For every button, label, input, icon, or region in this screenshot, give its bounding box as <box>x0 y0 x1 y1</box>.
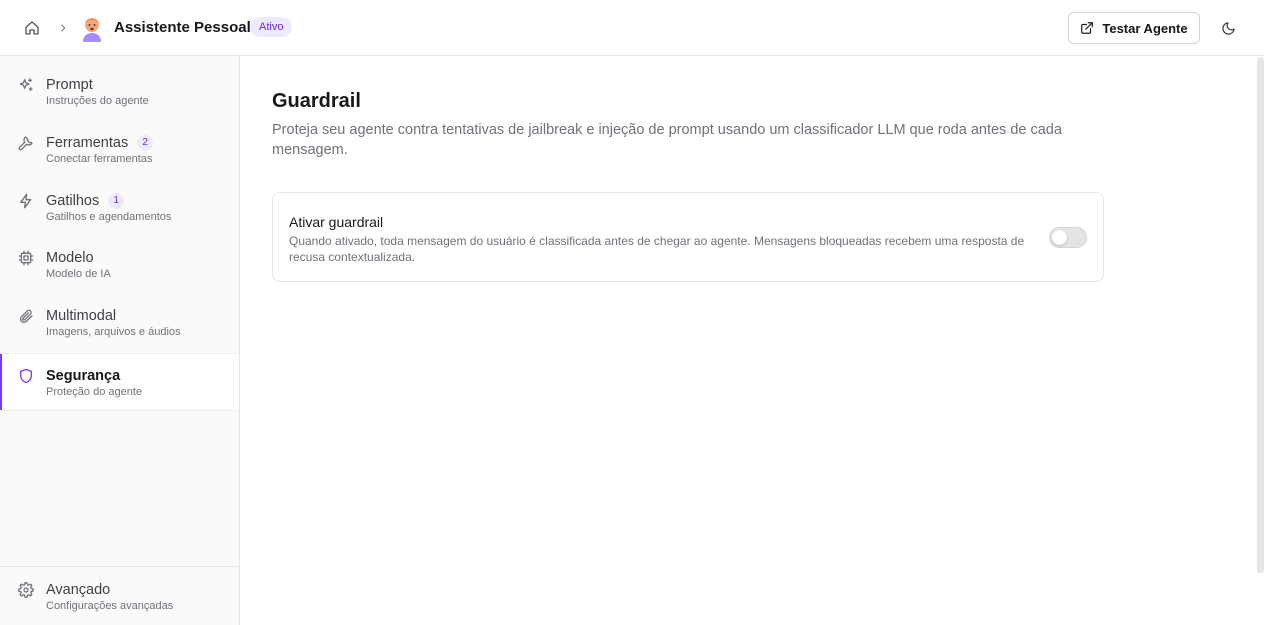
sidebar-item-subtitle: Modelo de IA <box>46 268 111 280</box>
count-badge: 2 <box>137 135 154 151</box>
guardrail-card: Ativar guardrail Quando ativado, toda me… <box>272 192 1104 282</box>
home-icon[interactable] <box>22 18 42 38</box>
sidebar-item-gatilhos[interactable]: Gatilhos 1 Gatilhos e agendamentos <box>0 172 239 230</box>
sidebar-item-label: Avançado <box>46 582 111 598</box>
scrollbar[interactable] <box>1257 57 1264 573</box>
sidebar-item-subtitle: Configurações avançadas <box>46 600 174 612</box>
chevron-right-icon <box>56 20 70 36</box>
moon-icon[interactable] <box>1218 18 1238 38</box>
status-badge: Ativo <box>250 17 293 37</box>
sidebar-item-label: Ferramentas <box>46 135 129 151</box>
gear-icon <box>18 582 34 598</box>
test-agent-button[interactable]: Testar Agente <box>1068 12 1200 44</box>
guardrail-description: Quando ativado, toda mensagem do usuário… <box>289 234 1025 264</box>
shield-icon <box>18 368 34 384</box>
sidebar-item-subtitle: Proteção do agente <box>46 386 143 398</box>
sidebar-divider <box>0 566 239 567</box>
sidebar-item-subtitle: Imagens, arquivos e áudios <box>46 326 181 338</box>
sidebar-item-label: Segurança <box>46 368 121 384</box>
sparkles-icon <box>18 77 34 93</box>
sidebar-item-subtitle: Gatilhos e agendamentos <box>46 211 172 223</box>
sidebar-item-subtitle: Instruções do agente <box>46 95 149 107</box>
test-agent-label: Testar Agente <box>1102 20 1188 36</box>
sidebar-item-label: Prompt <box>46 77 93 93</box>
agent-name: Assistente Pessoal <box>114 19 251 36</box>
sidebar-item-label: Gatilhos <box>46 193 100 209</box>
sidebar-item-modelo[interactable]: Modelo Modelo de IA <box>0 229 239 287</box>
count-badge: 1 <box>108 193 125 209</box>
wrench-icon <box>18 135 34 151</box>
sidebar-item-ferramentas[interactable]: Ferramentas 2 Conectar ferramentas <box>0 114 239 172</box>
sidebar-item-label: Multimodal <box>46 308 117 324</box>
sidebar-item-label: Modelo <box>46 250 94 266</box>
external-link-icon <box>1080 21 1094 35</box>
sidebar-item-subtitle: Conectar ferramentas <box>46 153 153 165</box>
page-description: Proteja seu agente contra tentativas de … <box>272 122 1062 158</box>
guardrail-title: Ativar guardrail <box>289 214 384 230</box>
page-title: Guardrail <box>272 90 361 112</box>
sidebar: Prompt Instruções do agente Ferramentas … <box>0 56 240 625</box>
sidebar-item-avancado[interactable]: Avançado Configurações avançadas <box>0 568 239 625</box>
agent-avatar <box>80 14 104 42</box>
sidebar-item-prompt[interactable]: Prompt Instruções do agente <box>0 56 239 114</box>
main-content: Guardrail Proteja seu agente contra tent… <box>240 56 1264 625</box>
sidebar-item-multimodal[interactable]: Multimodal Imagens, arquivos e áudios <box>0 287 239 345</box>
toggle-knob <box>1052 230 1067 245</box>
sidebar-item-seguranca[interactable]: Segurança Proteção do agente <box>0 353 239 411</box>
top-bar: Assistente Pessoal Ativo Testar Agente <box>0 0 1264 56</box>
cpu-icon <box>18 250 34 266</box>
guardrail-toggle[interactable] <box>1049 227 1087 248</box>
paperclip-icon <box>18 308 34 324</box>
zap-icon <box>18 193 34 209</box>
